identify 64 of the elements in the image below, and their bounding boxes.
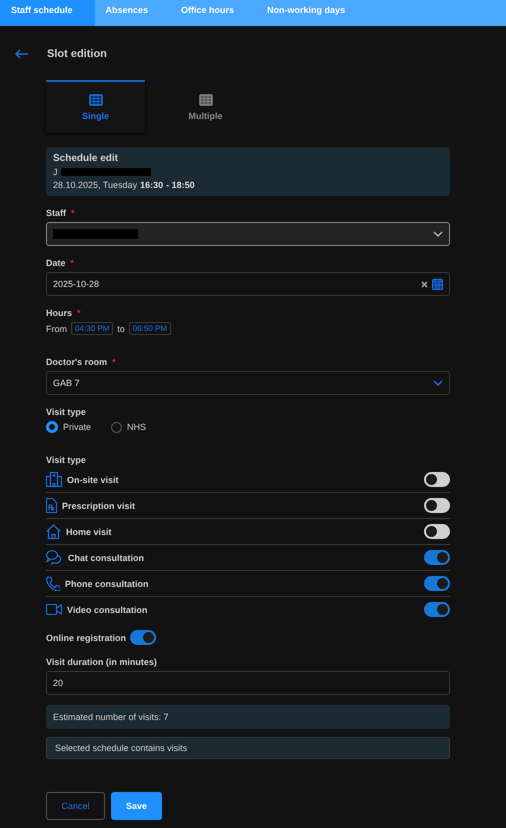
radio-option[interactable]: Private	[46, 421, 92, 433]
required-mark: *	[77, 308, 81, 318]
slot-date: 28.10.2025, Tuesday	[53, 180, 138, 190]
chevron-down-icon	[433, 380, 443, 386]
panel-title: Schedule edit	[53, 153, 120, 164]
visit-type-label: Home visit	[66, 526, 113, 536]
field-label: Doctor's room	[46, 357, 108, 367]
grid-icon	[88, 94, 102, 106]
toggle-switch[interactable]	[424, 498, 450, 513]
field-label: Visit type	[46, 407, 86, 417]
tab[interactable]: Staff schedule	[0, 0, 95, 26]
toggle-switch[interactable]	[424, 550, 450, 565]
required-mark: *	[70, 258, 74, 268]
house-icon	[46, 524, 61, 539]
tab[interactable]: Office hours	[170, 0, 256, 26]
save-button[interactable]: Save	[111, 792, 162, 820]
required-mark: *	[71, 208, 75, 218]
tab[interactable]: Absences	[94, 0, 170, 26]
toggle-switch[interactable]	[424, 576, 450, 591]
visit-type-label: Phone consultation	[65, 578, 150, 588]
radio-option[interactable]: NHS	[111, 421, 146, 433]
field-label: Staff	[46, 208, 66, 218]
field-label: Visit duration (in minutes)	[46, 657, 157, 667]
prescription-icon	[46, 498, 57, 513]
slot-time-from: 16:30	[140, 180, 164, 190]
back-arrow-icon[interactable]	[15, 49, 29, 59]
slot-time-to: - 18:50	[166, 180, 195, 190]
chat-bubbles-icon	[46, 550, 63, 565]
notice-banner: Selected schedule contains visits	[46, 737, 450, 759]
field-label: Date	[46, 258, 66, 268]
toggle-switch[interactable]	[424, 472, 450, 487]
video-camera-icon	[46, 604, 62, 615]
mode-tab[interactable]: Single	[46, 80, 145, 133]
page-title: Slot edition	[47, 48, 107, 60]
required-mark: *	[112, 357, 116, 367]
field-label: Online registration	[46, 632, 126, 642]
toggle-switch[interactable]	[424, 602, 450, 617]
field-label: Visit type	[46, 455, 86, 465]
visit-type-label: Video consultation	[67, 604, 148, 614]
from-label: From	[46, 324, 67, 334]
phone-icon	[46, 576, 60, 591]
chevron-down-icon	[433, 231, 443, 237]
visit-type-label: Chat consultation	[68, 552, 145, 562]
estimate-banner: Estimated number of visits: 7	[46, 705, 450, 729]
time-field[interactable]: 04:30 PM	[71, 322, 114, 335]
visit-type-label: Prescription visit	[62, 500, 136, 510]
cancel-button[interactable]: Cancel	[46, 792, 105, 820]
grid-icon	[198, 94, 212, 106]
duration-field[interactable]: 20	[46, 671, 450, 695]
clear-icon[interactable]	[421, 280, 428, 288]
person-initial: J	[53, 167, 58, 177]
calendar-icon[interactable]	[432, 278, 443, 290]
tab[interactable]: Non-working days	[256, 0, 368, 26]
field-label: Hours	[46, 308, 72, 318]
toggle-switch[interactable]	[130, 630, 156, 645]
date-field[interactable]: 2025-10-28	[46, 272, 450, 296]
to-label: to	[117, 324, 125, 334]
mode-tab[interactable]: Multiple	[156, 80, 255, 133]
building-icon	[46, 472, 62, 487]
visit-type-label: On-site visit	[67, 474, 120, 484]
staff-select[interactable]	[46, 222, 450, 246]
room-select[interactable]: GAB 7	[46, 371, 450, 395]
time-field[interactable]: 06:50 PM	[128, 322, 172, 335]
toggle-switch[interactable]	[424, 524, 450, 539]
